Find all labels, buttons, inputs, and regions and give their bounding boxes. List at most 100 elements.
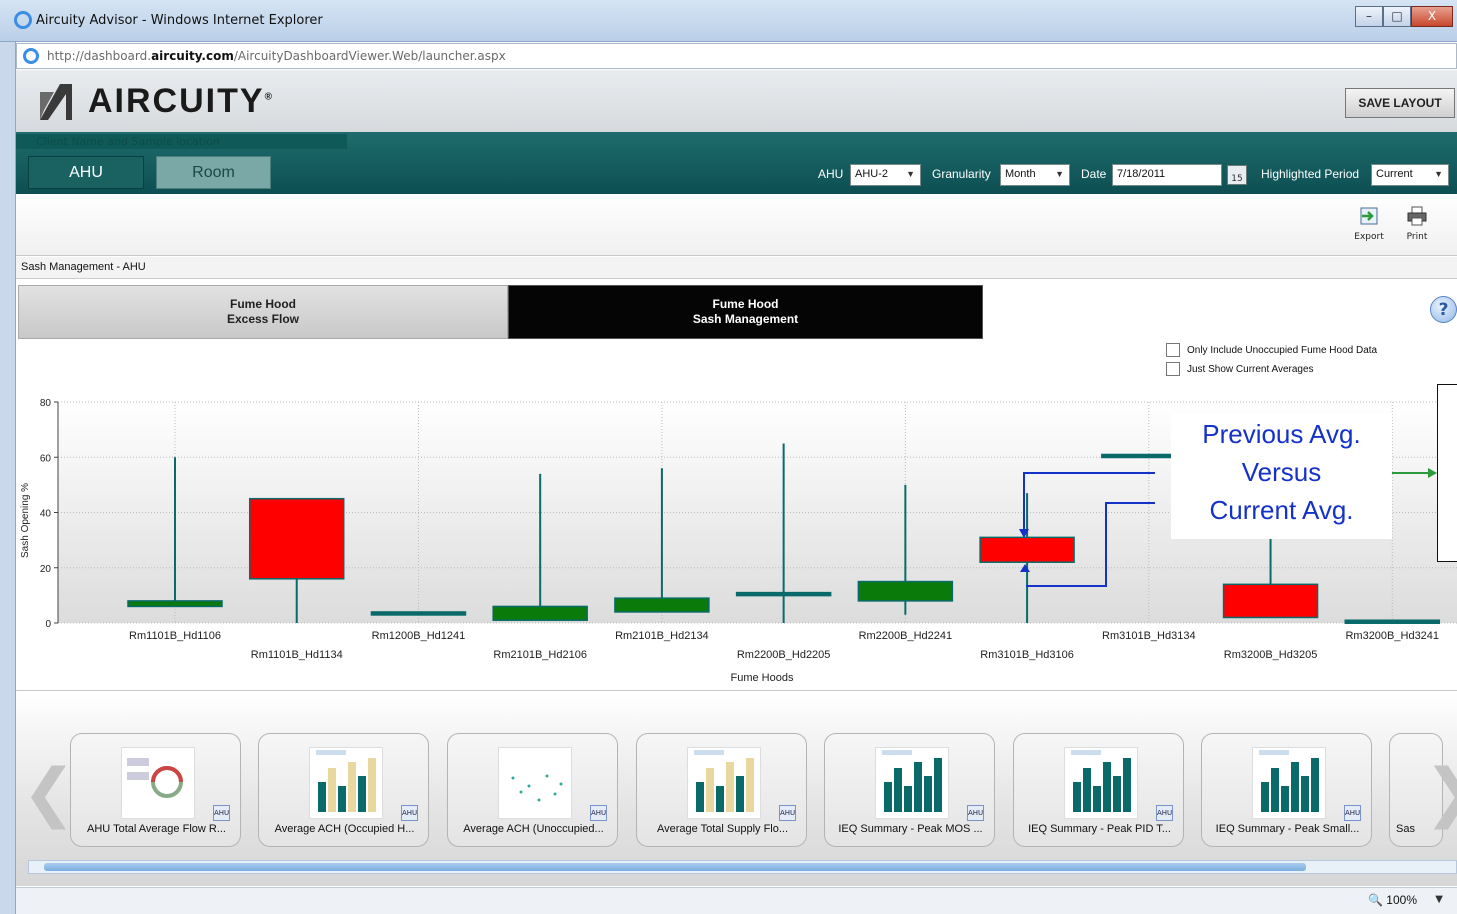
- dock-item-label: IEQ Summary - Peak Small...: [1215, 823, 1360, 835]
- box-bar: [370, 611, 467, 616]
- tab-excess-line1: Fume Hood: [229, 297, 296, 311]
- export-icon: [1360, 207, 1378, 225]
- ahu-label: AHU: [818, 167, 844, 181]
- app-header: AIRCUITY® SAVE LAYOUT: [16, 70, 1457, 132]
- logo-text: AIRCUITY®: [88, 82, 274, 120]
- tab-fume-hood-excess-flow[interactable]: Fume Hood Excess Flow: [18, 285, 508, 339]
- date-input[interactable]: 7/18/2011: [1112, 164, 1222, 186]
- dock-prev-arrow[interactable]: ❮: [22, 761, 76, 825]
- calendar-icon[interactable]: 15: [1227, 165, 1247, 185]
- dock-item-preview: [1064, 747, 1138, 819]
- dock-item-label: Average Total Supply Flo...: [656, 823, 789, 835]
- help-icon[interactable]: ?: [1430, 296, 1457, 323]
- y-axis-label: Sash Opening %: [20, 483, 31, 558]
- dock-item-preview: [121, 747, 195, 819]
- x-axis-label: Fume Hoods: [731, 672, 794, 684]
- box-bar: [979, 536, 1075, 563]
- print-button[interactable]: Print: [1397, 206, 1437, 242]
- box-bar: [1344, 619, 1441, 624]
- export-button[interactable]: Export: [1349, 206, 1389, 242]
- minimize-button[interactable]: –: [1355, 6, 1383, 27]
- window-title: Aircuity Advisor - Windows Internet Expl…: [36, 13, 323, 28]
- tab-ahu[interactable]: AHU: [28, 156, 144, 189]
- x-tick-label: Rm2200B_Hd2241: [859, 630, 953, 642]
- dock-item-badge-icon: AHU: [213, 805, 230, 821]
- date-label: Date: [1081, 167, 1107, 181]
- dock-item-badge-icon: AHU: [779, 805, 796, 821]
- dock-item[interactable]: AHU Average ACH (Occupied H...: [258, 733, 429, 847]
- tab-fume-hood-sash-management[interactable]: Fume Hood Sash Management: [508, 285, 983, 339]
- window-frame-left: [0, 42, 16, 914]
- nav-bar: Client Name and Sample location AHU Room…: [16, 132, 1457, 194]
- box-bar: [857, 580, 954, 602]
- highlighted-period-select[interactable]: Current ▼: [1371, 164, 1449, 186]
- y-tick-label: 80: [40, 398, 52, 409]
- tab-room[interactable]: Room: [156, 156, 271, 189]
- callout-line1: Previous Avg.: [1202, 419, 1361, 449]
- y-tick-label: 0: [45, 619, 51, 630]
- export-label: Export: [1354, 232, 1384, 242]
- box-bar: [735, 591, 832, 597]
- callout-line3: Current Avg.: [1209, 495, 1354, 525]
- y-tick-label: 60: [40, 453, 52, 464]
- ahu-select[interactable]: AHU-2 ▼: [850, 164, 921, 186]
- dock-item[interactable]: AHU IEQ Summary - Peak Small...: [1201, 733, 1372, 847]
- save-layout-button[interactable]: SAVE LAYOUT: [1345, 88, 1455, 118]
- x-tick-label: Rm3101B_Hd3134: [1102, 630, 1196, 642]
- dock-item-label: Average ACH (Occupied H...: [274, 823, 415, 835]
- address-bar[interactable]: http://dashboard.aircuity.com/AircuityDa…: [16, 43, 1457, 69]
- dock-scrollbar-thumb[interactable]: [44, 863, 1306, 871]
- printer-icon: [1407, 206, 1427, 226]
- dock-item-preview: [687, 747, 761, 819]
- box-bar: [614, 597, 710, 613]
- x-tick-label: Rm3101B_Hd3106: [980, 649, 1074, 661]
- url-text[interactable]: http://dashboard.aircuity.com/AircuityDa…: [47, 49, 506, 63]
- dock-item[interactable]: AHU Average ACH (Unoccupied...: [447, 733, 618, 847]
- highlighted-period-label: Highlighted Period: [1261, 167, 1360, 181]
- x-tick-label: Rm3200B_Hd3241: [1345, 630, 1439, 642]
- widget-dock: ❮ AHU AHU Total Average Flow R... AHU Avera…: [16, 690, 1457, 886]
- x-tick-label: Rm1101B_Hd1106: [129, 630, 221, 642]
- x-tick-label: Rm1101B_Hd1134: [251, 649, 343, 661]
- box-bar: [1222, 583, 1319, 619]
- client-location-strip: Client Name and Sample location: [16, 134, 347, 149]
- dock-item[interactable]: AHU IEQ Summary - Peak MOS ...: [824, 733, 995, 847]
- status-bar: 🔍 100% ▼: [16, 887, 1457, 914]
- dock-item-label: Average ACH (Unoccupied...: [463, 823, 604, 835]
- panel-title: Sash Management - AHU: [21, 261, 146, 273]
- print-label: Print: [1406, 232, 1428, 242]
- tab-sash-line2: Sash Management: [692, 312, 799, 326]
- client-location-text: Client Name and Sample location: [36, 135, 220, 148]
- dock-item-label: AHU Total Average Flow R...: [87, 823, 226, 835]
- maximize-button[interactable]: □: [1383, 6, 1411, 27]
- granularity-label: Granularity: [932, 167, 991, 181]
- zoom-dropdown-icon[interactable]: ▼: [1435, 894, 1443, 905]
- x-tick-label: Rm2101B_Hd2134: [615, 630, 709, 642]
- tab-sash-line1: Fume Hood: [712, 297, 779, 311]
- y-tick-label: 40: [40, 509, 52, 520]
- page-icon: [23, 48, 39, 64]
- aircuity-logo-icon: [40, 84, 72, 120]
- dock-next-arrow[interactable]: ❯: [1424, 761, 1457, 825]
- dock-item-badge-icon: AHU: [1344, 805, 1361, 821]
- comparison-callout: Previous Avg. Versus Current Avg.: [1171, 413, 1392, 539]
- dock-item[interactable]: AHU AHU Total Average Flow R...: [70, 733, 241, 847]
- dock-item-preview: [309, 747, 383, 819]
- panel-title-bar: Sash Management - AHU: [16, 257, 1457, 279]
- x-tick-label: Rm2200B_Hd2205: [737, 649, 831, 661]
- box-bar: [492, 605, 588, 621]
- dock-item-preview: [498, 747, 572, 819]
- dock-item[interactable]: AHU IEQ Summary - Peak PID T...: [1013, 733, 1184, 847]
- dock-item[interactable]: AHU Average Total Supply Flo...: [636, 733, 807, 847]
- granularity-select[interactable]: Month ▼: [1000, 164, 1070, 186]
- close-button[interactable]: X: [1411, 6, 1453, 27]
- dock-item-label: IEQ Summary - Peak MOS ...: [838, 823, 983, 835]
- dock-item-preview: [875, 747, 949, 819]
- window-titlebar: Aircuity Advisor - Windows Internet Expl…: [0, 0, 1457, 42]
- x-tick-label: Rm3200B_Hd3205: [1224, 649, 1318, 661]
- zoom-level[interactable]: 🔍 100%: [1368, 893, 1417, 907]
- box-bar: [248, 497, 345, 580]
- dock-item-badge-icon: AHU: [1156, 805, 1173, 821]
- dock-scrollbar[interactable]: [28, 860, 1457, 874]
- toolbar: Export Print: [16, 194, 1457, 256]
